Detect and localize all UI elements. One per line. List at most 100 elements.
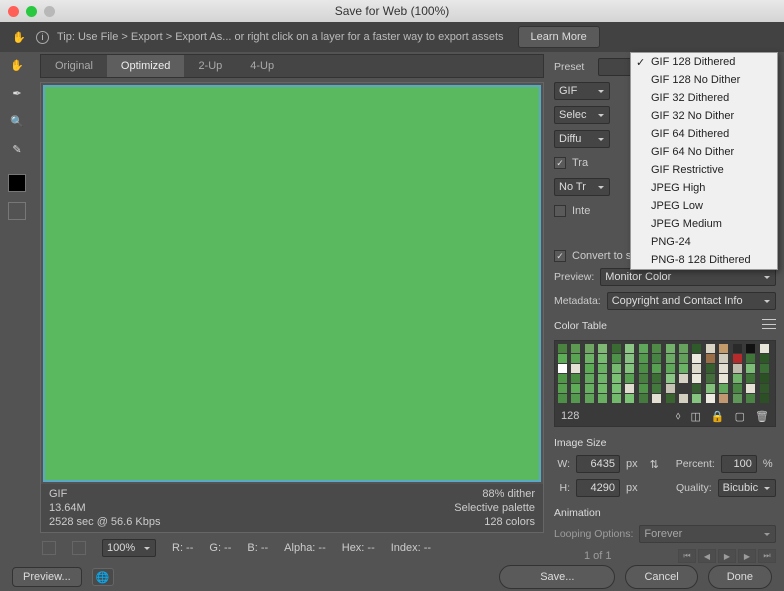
color-swatch[interactable] [719,384,728,393]
color-swatch[interactable] [639,374,648,383]
color-swatch[interactable] [679,344,688,353]
color-swatch[interactable] [625,394,634,403]
ct-new-icon[interactable]: ▢ [735,410,745,423]
tab-4up[interactable]: 4-Up [236,55,288,77]
color-swatch[interactable] [639,354,648,363]
preset-option[interactable]: GIF 64 No Dither [631,143,777,161]
color-swatch[interactable] [571,384,580,393]
color-swatch[interactable] [558,364,567,373]
color-swatch[interactable] [746,344,755,353]
color-swatch[interactable] [612,344,621,353]
color-swatch[interactable] [652,394,661,403]
color-swatch[interactable] [706,344,715,353]
zoom-tool-icon[interactable]: 🔍 [8,112,26,130]
color-swatch[interactable] [719,394,728,403]
color-swatch[interactable] [585,384,594,393]
ct-shift-icon[interactable]: ◫ [691,410,701,423]
zoom-in-icon[interactable] [72,541,86,555]
preset-option[interactable]: JPEG High [631,179,777,197]
link-icon[interactable]: ⇅ [650,458,659,471]
color-swatch[interactable] [679,384,688,393]
color-swatch[interactable] [585,364,594,373]
transparency-checkbox[interactable] [554,157,566,169]
color-swatch[interactable] [558,354,567,363]
color-swatch[interactable] [585,344,594,353]
color-swatch[interactable] [679,364,688,373]
preset-option[interactable]: JPEG Medium [631,215,777,233]
reduction-select[interactable]: Selec [554,106,610,124]
color-swatch[interactable] [679,354,688,363]
srgb-checkbox[interactable] [554,250,566,262]
color-swatch[interactable] [733,344,742,353]
color-swatch[interactable] [733,394,742,403]
color-swatch[interactable] [692,394,701,403]
done-button[interactable]: Done [708,565,772,589]
color-swatch[interactable] [719,364,728,373]
color-swatch[interactable] [639,384,648,393]
zoom-out-icon[interactable] [42,541,56,555]
color-swatch[interactable] [733,384,742,393]
foreground-swatch[interactable] [8,174,26,192]
color-swatch[interactable] [692,364,701,373]
color-swatch[interactable] [733,374,742,383]
color-swatch[interactable] [571,374,580,383]
color-swatch[interactable] [760,384,769,393]
color-swatch[interactable] [706,364,715,373]
width-input[interactable]: 6435 [576,455,620,473]
learn-more-button[interactable]: Learn More [518,26,600,48]
color-swatch[interactable] [585,374,594,383]
color-swatch[interactable] [612,384,621,393]
color-swatch[interactable] [652,354,661,363]
color-swatch-grid[interactable] [555,341,775,406]
color-swatch[interactable] [760,394,769,403]
color-swatch[interactable] [598,344,607,353]
color-swatch[interactable] [692,374,701,383]
preset-option[interactable]: GIF 32 Dithered [631,89,777,107]
color-swatch[interactable] [706,374,715,383]
preset-option[interactable]: GIF 128 No Dither [631,71,777,89]
color-swatch[interactable] [692,344,701,353]
color-swatch[interactable] [558,374,567,383]
color-swatch[interactable] [652,364,661,373]
color-swatch[interactable] [639,344,648,353]
color-swatch[interactable] [719,354,728,363]
color-swatch[interactable] [706,394,715,403]
color-swatch[interactable] [625,374,634,383]
color-swatch[interactable] [666,344,675,353]
color-swatch[interactable] [746,364,755,373]
color-swatch[interactable] [558,394,567,403]
preset-option[interactable]: PNG-24 [631,233,777,251]
cancel-button[interactable]: Cancel [625,565,697,589]
color-swatch[interactable] [571,354,580,363]
hand-tool-icon[interactable]: ✋ [8,56,26,74]
ct-lock-icon[interactable]: ⬨ [676,410,681,423]
quality-select[interactable]: Bicubic [718,479,776,497]
preset-option[interactable]: GIF 128 Dithered [631,53,777,71]
height-input[interactable]: 4290 [576,479,620,497]
zoom-select[interactable]: 100% [102,539,156,557]
color-swatch[interactable] [706,354,715,363]
color-swatch[interactable] [558,344,567,353]
preview-select[interactable]: Monitor Color [600,268,776,286]
transp-dither-select[interactable]: No Tr [554,178,610,196]
color-swatch[interactable] [598,364,607,373]
color-swatch[interactable] [760,354,769,363]
preset-dropdown[interactable]: GIF 128 DitheredGIF 128 No DitherGIF 32 … [630,52,778,270]
preview-canvas[interactable] [43,85,541,482]
toggle-slices-icon[interactable] [8,202,26,220]
color-swatch[interactable] [692,354,701,363]
color-swatch[interactable] [666,394,675,403]
preview-button[interactable]: Preview... [12,567,82,587]
preset-option[interactable]: PNG-8 128 Dithered [631,251,777,269]
color-swatch[interactable] [585,354,594,363]
color-swatch[interactable] [571,394,580,403]
preset-option[interactable]: GIF 64 Dithered [631,125,777,143]
color-swatch[interactable] [666,364,675,373]
color-swatch[interactable] [571,364,580,373]
color-swatch[interactable] [585,394,594,403]
color-swatch[interactable] [666,354,675,363]
color-swatch[interactable] [625,354,634,363]
color-swatch[interactable] [706,384,715,393]
color-swatch[interactable] [719,374,728,383]
tab-original[interactable]: Original [41,55,107,77]
